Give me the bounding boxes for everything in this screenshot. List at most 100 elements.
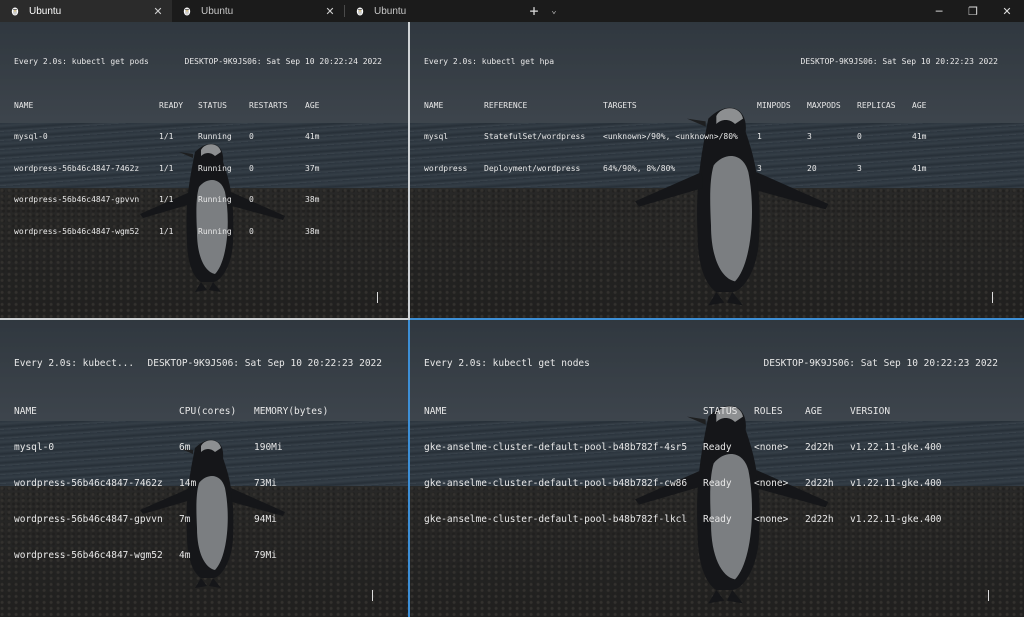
tab-ubuntu-1[interactable]: Ubuntu ✕: [0, 0, 172, 22]
chevron-down-icon[interactable]: ⌄: [545, 0, 563, 22]
table-cell: 4m: [179, 550, 191, 561]
new-tab-plus-icon[interactable]: +: [523, 0, 545, 22]
table-header: NAME READY STATUS RESTARTS AGE: [14, 101, 396, 112]
table-row: wordpress-56b46c4847-gpvvn 1/1 Running 0 38m: [14, 195, 396, 206]
table-cell: 1/1: [159, 226, 174, 236]
table-cell: Running: [198, 195, 232, 204]
watch-header: Every 2.0s: kubectl get pods DESKTOP-9K9…: [14, 57, 396, 68]
table-cell: VERSION: [850, 406, 891, 417]
table-cell: <none>: [754, 442, 789, 453]
terminal-output: Every 2.0s: kubectl get nodes DESKTOP-9K…: [424, 334, 1012, 550]
table-cell: 190Mi: [254, 442, 283, 453]
table-cell: MEMORY(bytes): [254, 406, 329, 417]
table-cell: 3: [857, 163, 862, 173]
table-cell: 1/1: [159, 195, 174, 204]
table-cell: 41m: [305, 132, 320, 141]
table-cell: Running: [198, 163, 232, 173]
watch-host-timestamp: DESKTOP-9K9JS06: Sat Sep 10 20:22:23 202…: [147, 358, 383, 369]
table-cell: 3: [807, 132, 812, 141]
table-cell: <none>: [754, 514, 789, 525]
table-cell: 3: [757, 163, 762, 173]
linux-tux-icon: [182, 6, 192, 16]
watch-command: Every 2.0s: kubectl get nodes: [424, 358, 590, 369]
table-cell: Running: [198, 132, 232, 141]
table-cell: 2d22h: [805, 442, 834, 453]
tab-ubuntu-2[interactable]: Ubuntu ✕: [172, 0, 344, 22]
table-header: NAME STATUS ROLES AGE VERSION: [424, 406, 1012, 418]
text-cursor: [372, 590, 373, 601]
table-cell: 0: [249, 132, 254, 141]
table-cell: READY: [159, 100, 184, 110]
table-row: mysql StatefulSet/wordpress <unknown>/90%,…: [424, 132, 1012, 143]
watch-header: Every 2.0s: kubect... DESKTOP-9K9JS06: S…: [14, 358, 396, 370]
maximize-button[interactable]: ❐: [956, 0, 990, 22]
linux-tux-icon: [10, 6, 20, 16]
tab-close-icon[interactable]: ✕: [324, 5, 336, 18]
linux-tux-icon: [355, 6, 365, 16]
table-cell: MAXPODS: [807, 100, 841, 110]
table-cell: STATUS: [703, 406, 738, 417]
table-cell: 1/1: [159, 163, 174, 173]
table-cell: 0: [857, 132, 862, 141]
table-cell: mysql-0: [14, 132, 48, 141]
table-row: wordpress Deployment/wordpress 64%/90%, 8%…: [424, 164, 1012, 175]
text-cursor: [992, 292, 993, 303]
tab-close-icon[interactable]: ✕: [152, 5, 164, 18]
table-header: NAME REFERENCE TARGETS MINPODS MAXPODS REPLIC…: [424, 101, 1012, 112]
table-row: mysql-0 1/1 Running 0 41m: [14, 132, 396, 143]
terminal-pane-nodes[interactable]: Every 2.0s: kubectl get nodes DESKTOP-9K…: [410, 320, 1024, 617]
text-cursor: [988, 590, 989, 601]
terminal-pane-pods[interactable]: Every 2.0s: kubectl get pods DESKTOP-9K9…: [0, 22, 408, 318]
table-cell: Ready: [703, 514, 732, 525]
table-cell: mysql: [424, 132, 449, 141]
table-header: NAME CPU(cores) MEMORY(bytes): [14, 406, 396, 418]
table-row: wordpress-56b46c4847-wgm52 4m 79Mi: [14, 550, 396, 562]
table-cell: 7m: [179, 514, 191, 525]
table-cell: wordpress: [424, 163, 468, 173]
table-cell: REFERENCE: [484, 100, 528, 110]
table-cell: 37m: [305, 163, 320, 173]
table-cell: 38m: [305, 195, 320, 204]
table-row: wordpress-56b46c4847-wgm52 1/1 Running 0 38m: [14, 227, 396, 238]
tab-label: Ubuntu: [201, 5, 234, 17]
table-cell: Deployment/wordpress: [484, 163, 581, 173]
table-cell: AGE: [305, 100, 320, 110]
table-cell: 41m: [912, 132, 927, 141]
table-row: wordpress-56b46c4847-7462z 1/1 Running 0 37m: [14, 164, 396, 175]
table-cell: 0: [249, 226, 254, 236]
table-cell: wordpress-56b46c4847-wgm52: [14, 226, 140, 236]
terminal-output: Every 2.0s: kubectl get hpa DESKTOP-9K9J…: [424, 36, 1012, 195]
table-cell: Ready: [703, 478, 732, 489]
table-cell: 73Mi: [254, 478, 277, 489]
watch-command: Every 2.0s: kubectl get hpa: [424, 57, 555, 66]
table-row: gke-anselme-cluster-default-pool-b48b782…: [424, 514, 1012, 526]
table-cell: wordpress-56b46c4847-wgm52: [14, 550, 163, 561]
table-cell: Ready: [703, 442, 732, 453]
watch-command: Every 2.0s: kubectl get pods: [14, 57, 149, 66]
table-cell: 1: [757, 132, 762, 141]
table-cell: 94Mi: [254, 514, 277, 525]
table-cell: gke-anselme-cluster-default-pool-b48b782…: [424, 442, 688, 453]
tab-ubuntu-3[interactable]: Ubuntu: [345, 0, 517, 22]
table-cell: <unknown>/90%, <unknown>/80%: [603, 132, 738, 141]
watch-host-timestamp: DESKTOP-9K9JS06: Sat Sep 10 20:22:24 202…: [184, 57, 382, 66]
table-cell: wordpress-56b46c4847-7462z: [14, 478, 163, 489]
close-window-button[interactable]: ✕: [990, 0, 1024, 22]
terminal-output: Every 2.0s: kubect... DESKTOP-9K9JS06: S…: [14, 334, 396, 586]
table-cell: wordpress-56b46c4847-gpvvn: [14, 195, 140, 204]
tab-label: Ubuntu: [374, 5, 407, 17]
minimize-button[interactable]: ─: [922, 0, 956, 22]
table-cell: 64%/90%, 8%/80%: [603, 163, 676, 173]
table-cell: wordpress-56b46c4847-7462z: [14, 163, 140, 173]
table-row: wordpress-56b46c4847-gpvvn 7m 94Mi: [14, 514, 396, 526]
watch-header: Every 2.0s: kubectl get nodes DESKTOP-9K…: [424, 358, 1012, 370]
table-cell: StatefulSet/wordpress: [484, 132, 586, 141]
window-controls: ─ ❐ ✕: [922, 0, 1024, 22]
table-cell: CPU(cores): [179, 406, 237, 417]
table-cell: 14m: [179, 478, 197, 489]
table-cell: NAME: [14, 406, 37, 417]
terminal-pane-hpa[interactable]: Every 2.0s: kubectl get hpa DESKTOP-9K9J…: [410, 22, 1024, 318]
terminal-pane-top[interactable]: Every 2.0s: kubect... DESKTOP-9K9JS06: S…: [0, 320, 408, 617]
table-cell: 79Mi: [254, 550, 277, 561]
watch-header: Every 2.0s: kubectl get hpa DESKTOP-9K9J…: [424, 57, 1012, 68]
